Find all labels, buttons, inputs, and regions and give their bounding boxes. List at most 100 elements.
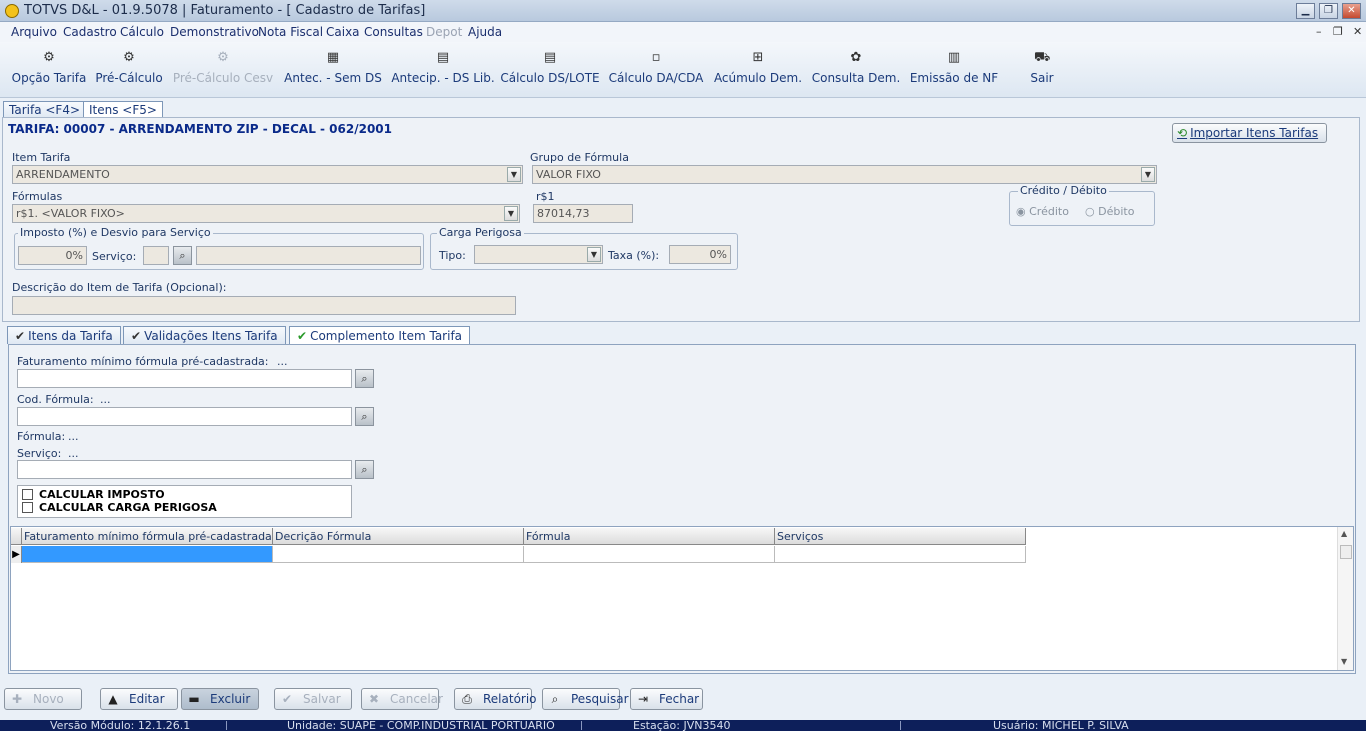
item-tarifa-select[interactable]: ARRENDAMENTO ▼ (12, 165, 523, 184)
grupo-formula-select[interactable]: VALOR FIXO ▼ (532, 165, 1157, 184)
menu-consultas[interactable]: Consultas (364, 25, 423, 39)
menu-depot: Depot (426, 25, 463, 39)
toolbar-calculo-da-cda[interactable]: ▫ Cálculo DA/CDA (607, 42, 705, 98)
search-icon[interactable]: ⌕ (355, 369, 374, 388)
import-icon: ⟲ (1177, 126, 1188, 140)
close-door-icon: ⇥ (637, 692, 649, 706)
menu-ajuda[interactable]: Ajuda (468, 25, 502, 39)
cancel-icon: ✖ (368, 692, 380, 706)
toolbar-pre-calculo[interactable]: ⚙ Pré-Cálculo (94, 42, 164, 98)
toolbar-sair[interactable]: ⛟ Sair (1022, 42, 1062, 98)
toolbar-consulta-dem[interactable]: ✿ Consulta Dem. (811, 42, 901, 98)
calculator-icon: ▤ (436, 50, 450, 65)
r1-field[interactable]: 87014,73 (533, 204, 633, 223)
toolbar-antecip-ds-lib[interactable]: ▤ Antecip. - DS Lib. (391, 42, 495, 98)
fechar-button[interactable]: ⇥ Fechar (630, 688, 703, 710)
mdi-close-button[interactable]: ✕ (1353, 25, 1362, 38)
item-tarifa-label: Item Tarifa (12, 151, 71, 164)
toolbar-acumulo-dem[interactable]: ⊞ Acúmulo Dem. (713, 42, 803, 98)
menu-demonstrativo[interactable]: Demonstrativo (170, 25, 259, 39)
pesquisar-button[interactable]: ⌕ Pesquisar (542, 688, 629, 710)
mdi-restore-button[interactable]: ❐ (1333, 25, 1343, 38)
relatorio-button[interactable]: ⎙ Relatório (454, 688, 537, 710)
servico-detail-label: Serviço: (17, 447, 62, 460)
search-icon[interactable]: ⌕ (355, 407, 374, 426)
check-icon: ✔ (281, 692, 293, 706)
imposto-field[interactable]: 0% (18, 246, 87, 265)
tab-itens-da-tarifa[interactable]: ✔ Itens da Tarifa (7, 326, 121, 344)
edit-icon: ▲ (108, 692, 118, 706)
grid-header-servicos[interactable]: Serviços (775, 528, 1026, 545)
taxa-field[interactable]: 0% (669, 245, 731, 264)
formulas-label: Fórmulas (12, 190, 63, 203)
menu-arquivo[interactable]: Arquivo (11, 25, 57, 39)
table-cell[interactable] (524, 546, 775, 563)
tab-tarifa[interactable]: Tarifa <F4> (3, 101, 87, 118)
toolbar-emissao-nf[interactable]: ▥ Emissão de NF (909, 42, 999, 98)
chevron-down-icon: ▼ (587, 247, 601, 262)
servico-code-field[interactable] (143, 246, 169, 265)
minimize-button[interactable]: ▁ (1296, 3, 1315, 19)
menu-bar: Arquivo Cadastro Cálculo Demonstrativo N… (0, 22, 1366, 42)
chevron-down-icon: ▼ (507, 167, 521, 182)
grid-header-fat-min[interactable]: Faturamento mínimo fórmula pré-cadastrad… (22, 528, 273, 545)
search-icon[interactable]: ⌕ (355, 460, 374, 479)
servico-detail-field[interactable] (17, 460, 352, 479)
toolbar-calculo-ds-lote[interactable]: ▤ Cálculo DS/LOTE (500, 42, 600, 98)
table-cell[interactable] (22, 546, 273, 563)
status-unidade: Unidade: SUAPE - COMP.INDUSTRIAL PORTUAR… (287, 720, 555, 731)
tab-complemento-item-tarifa[interactable]: ✔ Complemento Item Tarifa (289, 326, 471, 345)
fat-min-field[interactable] (17, 369, 352, 388)
toolbar-antec-sem-ds[interactable]: ▦ Antec. - Sem DS (284, 42, 382, 98)
title-bar: TOTVS D&L - 01.9.5078 | Faturamento - [ … (0, 0, 1366, 22)
check-icon: ✔ (15, 329, 26, 343)
formulas-select[interactable]: r$1. <VALOR FIXO> ▼ (12, 204, 520, 223)
status-usuario: Usuário: MICHEL P. SILVA (993, 720, 1129, 731)
row-indicator-header (11, 528, 22, 545)
descricao-field[interactable] (12, 296, 516, 315)
exit-icon: ⛟ (1034, 50, 1051, 65)
taxa-label: Taxa (%): (608, 249, 660, 262)
invoice-icon: ▥ (947, 50, 961, 65)
scroll-up-icon[interactable]: ▲ (1341, 529, 1347, 538)
row-pointer-icon: ▶ (11, 546, 22, 563)
cod-formula-field[interactable] (17, 407, 352, 426)
cancelar-button: ✖ Cancelar (361, 688, 443, 710)
calculator-icon: ▤ (543, 50, 557, 65)
table-cell[interactable] (775, 546, 1026, 563)
scroll-thumb[interactable] (1340, 545, 1352, 559)
fat-min-dots: ... (277, 355, 288, 368)
close-button[interactable]: ✕ (1342, 3, 1361, 19)
novo-button: ✚ Novo (4, 688, 82, 710)
document-add-icon: ⊞ (752, 50, 764, 65)
grid-scrollbar[interactable]: ▲ ▼ (1337, 527, 1353, 670)
grid-header-formula[interactable]: Fórmula (524, 528, 775, 545)
tab-validacoes-itens-tarifa[interactable]: ✔ Validações Itens Tarifa (123, 326, 286, 344)
toolbar: ⚙ Opção Tarifa ⚙ Pré-Cálculo ⚙ Pré-Cálculo … (0, 42, 1366, 98)
restore-button[interactable]: ❐ (1319, 3, 1338, 19)
table-cell[interactable] (273, 546, 524, 563)
toolbar-opcao-tarifa[interactable]: ⚙ Opção Tarifa (10, 42, 88, 98)
menu-calculo[interactable]: Cálculo (120, 25, 164, 39)
servico-label: Serviço: (92, 250, 137, 263)
mdi-minimize-button[interactable]: – (1316, 25, 1322, 38)
servico-detail-dots: ... (68, 447, 79, 460)
formula-dots: ... (68, 430, 79, 443)
grid-header-descricao[interactable]: Decrição Fórmula (273, 528, 524, 545)
tipo-select[interactable]: ▼ (474, 245, 603, 264)
window-title: TOTVS D&L - 01.9.5078 | Faturamento - [ … (24, 3, 426, 18)
menu-nota-fiscal[interactable]: Nota Fiscal (258, 25, 323, 39)
credito-radio: ◉ Crédito (1016, 205, 1069, 218)
calc-imposto-checkbox[interactable] (22, 489, 33, 500)
status-separator (226, 721, 227, 730)
editar-button[interactable]: ▲ Editar (100, 688, 178, 710)
excluir-button[interactable]: ▬ Excluir (181, 688, 259, 710)
scroll-down-icon[interactable]: ▼ (1341, 657, 1347, 666)
precalc-icon: ⚙ (123, 50, 135, 65)
menu-caixa[interactable]: Caixa (326, 25, 360, 39)
menu-cadastro[interactable]: Cadastro (63, 25, 117, 39)
calc-carga-checkbox[interactable] (22, 502, 33, 513)
search-icon[interactable]: ⌕ (173, 246, 192, 265)
tab-itens[interactable]: Itens <F5> (83, 101, 163, 118)
import-items-button[interactable]: ⟲ Importar Itens Tarifas (1172, 123, 1327, 143)
